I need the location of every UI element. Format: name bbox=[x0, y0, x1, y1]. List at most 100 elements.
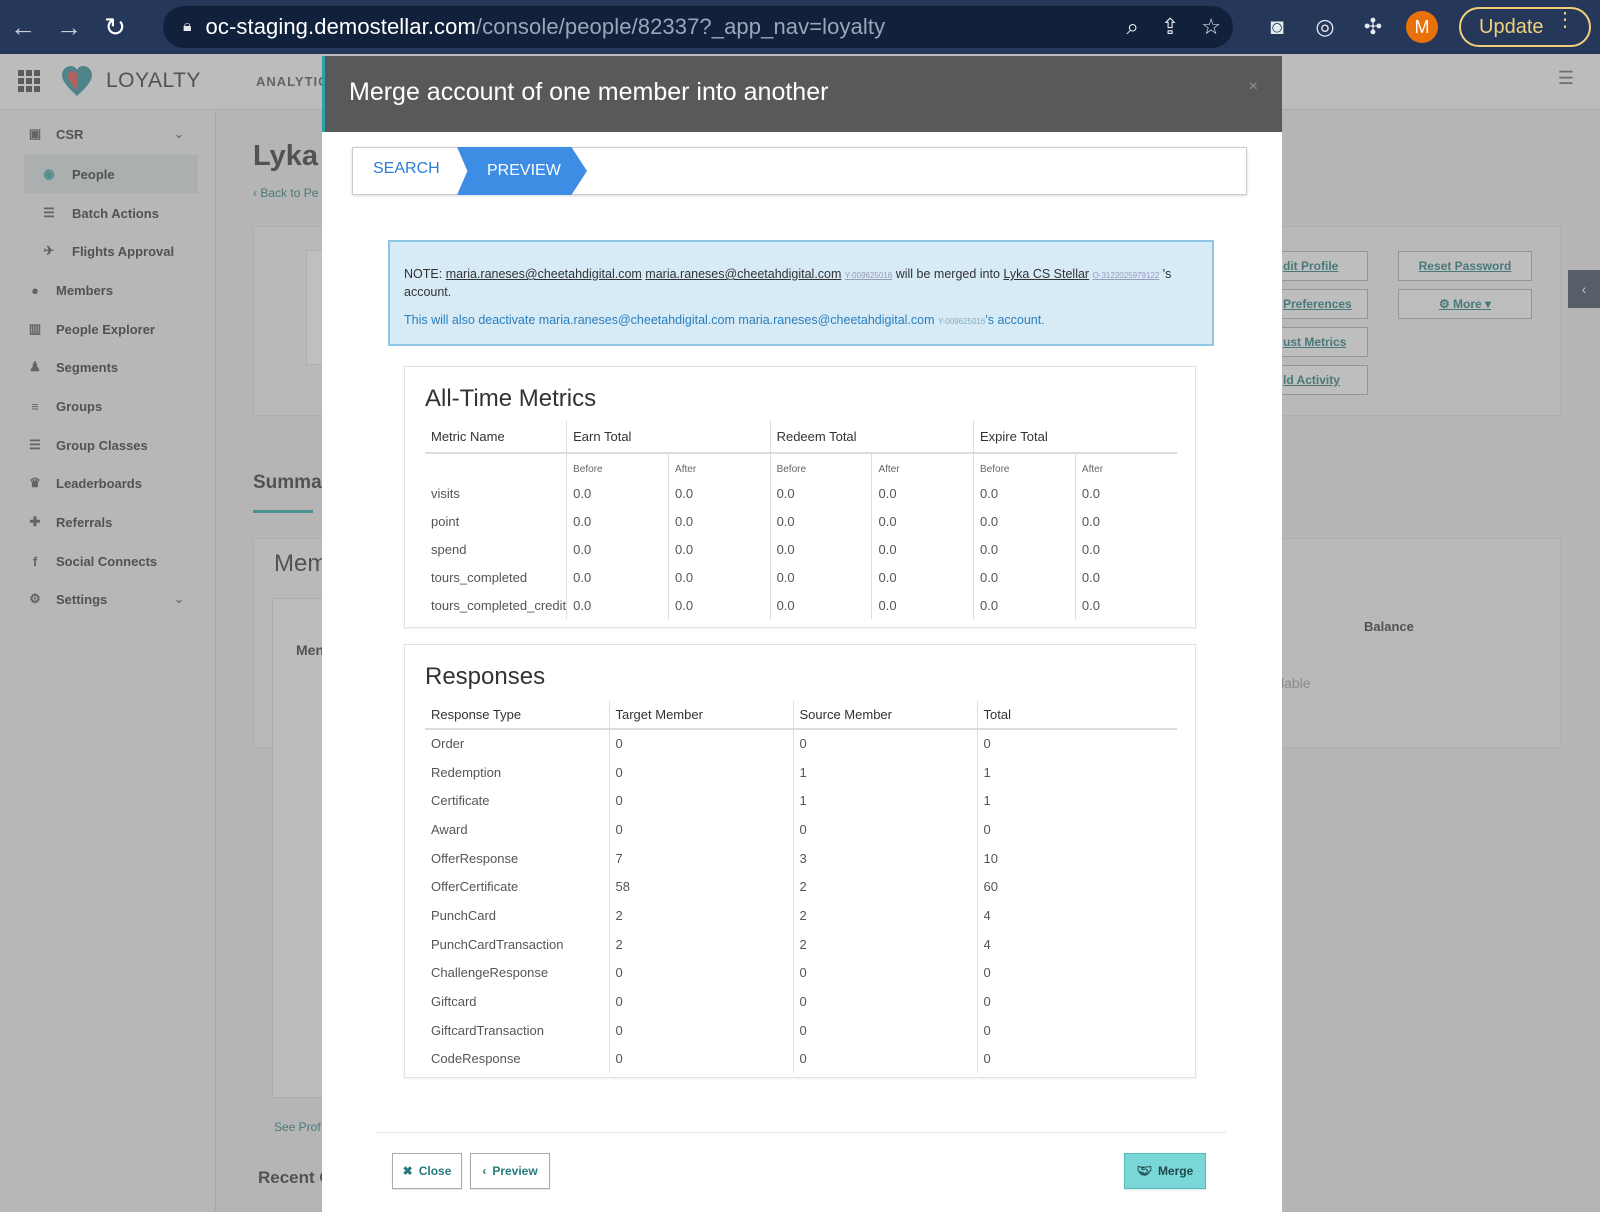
response-cell: 7 bbox=[608, 843, 793, 873]
metric-value: 0.0 bbox=[871, 479, 974, 507]
response-cell: CodeResponse bbox=[431, 1051, 521, 1067]
response-cell: 2 bbox=[608, 901, 793, 930]
note-account-text: account. bbox=[404, 285, 452, 299]
lock-icon: 🔒︎ bbox=[183, 18, 192, 35]
col-redeem-total: Redeem Total bbox=[769, 421, 974, 454]
response-cell: 60 bbox=[976, 872, 1177, 902]
col-metric-name: Metric Name bbox=[425, 421, 567, 454]
col-source-member: Source Member bbox=[792, 701, 977, 730]
merge-button[interactable]: 🤝︎ Merge bbox=[1124, 1153, 1206, 1189]
response-row: CodeResponse 0 0 0 bbox=[425, 1044, 1177, 1074]
metric-value: 0.0 bbox=[1074, 507, 1177, 535]
source-email-link[interactable]: maria.raneses@cheetahdigital.com bbox=[446, 267, 642, 281]
response-row: Certificate 0 1 1 bbox=[425, 786, 1177, 816]
response-row: PunchCardTransaction 2 2 4 bbox=[425, 929, 1177, 959]
note-suffix: 's bbox=[1162, 267, 1172, 281]
col-target-member: Target Member bbox=[608, 701, 793, 730]
url-text: oc-staging.demostellar.com/console/peopl… bbox=[205, 14, 886, 39]
metrics-row: visits 0.0 0.0 0.0 0.0 0.0 0.0 bbox=[425, 479, 1177, 507]
reload-icon[interactable]: ↻ bbox=[92, 0, 138, 54]
modal-body: SEARCH PREVIEW NOTE: maria.raneses@cheet… bbox=[352, 132, 1252, 1212]
metric-value: 0.0 bbox=[973, 591, 1076, 619]
target-member-link[interactable]: Lyka CS Stellar bbox=[1003, 267, 1089, 281]
metric-value: 0.0 bbox=[566, 535, 669, 563]
target-member-id: O-3122025979122 bbox=[1092, 271, 1160, 280]
zoom-icon[interactable]: ⌕ bbox=[1127, 14, 1139, 40]
response-cell: Certificate bbox=[431, 793, 490, 809]
handshake-icon: 🤝︎ bbox=[1136, 1164, 1152, 1178]
metric-name: spend bbox=[431, 541, 467, 557]
metric-value: 0.0 bbox=[1074, 563, 1177, 591]
back-arrow-icon[interactable]: ← bbox=[0, 0, 46, 54]
response-cell: Award bbox=[431, 821, 468, 837]
metric-value: 0.0 bbox=[668, 591, 771, 619]
address-bar[interactable]: 🔒︎ oc-staging.demostellar.com/console/pe… bbox=[163, 6, 1233, 48]
response-cell: 0 bbox=[976, 958, 1177, 988]
source-email-link-2[interactable]: maria.raneses@cheetahdigital.com bbox=[645, 267, 841, 281]
metric-value: 0.0 bbox=[973, 507, 1076, 535]
response-row: Redemption 0 1 1 bbox=[425, 757, 1177, 787]
response-cell: 1 bbox=[976, 757, 1177, 787]
deactivate-email-2: maria.raneses@cheetahdigital.com bbox=[738, 313, 935, 327]
metric-value: 0.0 bbox=[769, 563, 872, 591]
metric-value: 0.0 bbox=[1074, 591, 1177, 619]
col-expire-total: Expire Total bbox=[973, 421, 1177, 454]
response-cell: 0 bbox=[608, 786, 793, 816]
metric-value: 0.0 bbox=[566, 591, 669, 619]
response-cell: ChallengeResponse bbox=[431, 965, 549, 981]
note-middle-text: will be merged into bbox=[895, 267, 1000, 281]
camera-extension-icon[interactable]: ◙ bbox=[1262, 14, 1292, 40]
update-button[interactable]: Update ⋮ bbox=[1459, 7, 1591, 47]
star-icon[interactable]: ☆ bbox=[1201, 14, 1221, 40]
response-cell: 0 bbox=[608, 815, 793, 844]
metric-value: 0.0 bbox=[769, 591, 872, 619]
response-cell: 0 bbox=[976, 1044, 1177, 1074]
metrics-row: point 0.0 0.0 0.0 0.0 0.0 0.0 bbox=[425, 507, 1177, 535]
modal-header: Merge account of one member into another… bbox=[322, 56, 1282, 132]
response-cell: PunchCard bbox=[431, 907, 497, 923]
response-cell: 0 bbox=[608, 729, 793, 758]
metric-name: tours_completed bbox=[431, 569, 528, 585]
metric-value: 0.0 bbox=[871, 591, 974, 619]
metrics-row: tours_completed 0.0 0.0 0.0 0.0 0.0 0.0 bbox=[425, 563, 1177, 591]
response-row: ChallengeResponse 0 0 0 bbox=[425, 958, 1177, 988]
times-icon: ✖ bbox=[402, 1164, 413, 1178]
note-line: NOTE: maria.raneses@cheetahdigital.com m… bbox=[404, 266, 1198, 301]
metric-name: visits bbox=[431, 485, 460, 501]
response-row: GiftcardTransaction 0 0 0 bbox=[425, 1015, 1177, 1045]
step-search[interactable]: SEARCH bbox=[373, 160, 440, 178]
response-row: OfferCertificate 58 2 60 bbox=[425, 872, 1177, 902]
sub-after: After bbox=[1074, 453, 1177, 479]
response-cell: 0 bbox=[792, 815, 977, 844]
menu-dots-icon[interactable]: ⋮ bbox=[1555, 10, 1575, 30]
response-cell: 0 bbox=[976, 1015, 1177, 1045]
caret-left-icon: ‹ bbox=[482, 1164, 487, 1178]
all-time-metrics-card: All-Time Metrics Metric Name Earn Total … bbox=[404, 366, 1196, 628]
forward-arrow-icon[interactable]: → bbox=[46, 0, 92, 54]
close-button[interactable]: ✖ Close bbox=[392, 1153, 462, 1189]
metric-name: point bbox=[431, 513, 460, 529]
response-cell: 10 bbox=[976, 843, 1177, 873]
metric-value: 0.0 bbox=[973, 563, 1076, 591]
puzzle-extensions-icon[interactable]: ✣ bbox=[1358, 14, 1388, 40]
source-member-id: Y-009625016 bbox=[844, 271, 893, 280]
response-cell: 2 bbox=[792, 929, 977, 959]
metrics-table: Metric Name Earn Total Redeem Total Expi… bbox=[425, 421, 1177, 619]
close-icon[interactable]: × bbox=[1249, 78, 1258, 96]
response-row: Award 0 0 0 bbox=[425, 815, 1177, 844]
response-row: OfferResponse 7 3 10 bbox=[425, 843, 1177, 873]
color-extension-icon[interactable]: ◎ bbox=[1310, 14, 1340, 40]
wizard-steps: SEARCH PREVIEW bbox=[352, 147, 1247, 195]
response-cell: 0 bbox=[792, 1015, 977, 1045]
preview-button[interactable]: ‹ Preview bbox=[470, 1153, 550, 1189]
step-preview[interactable]: PREVIEW bbox=[457, 147, 587, 195]
sub-before: Before bbox=[973, 453, 1076, 479]
metric-value: 0.0 bbox=[973, 479, 1076, 507]
metric-value: 0.0 bbox=[566, 563, 669, 591]
profile-avatar[interactable]: M bbox=[1406, 11, 1438, 43]
response-cell: 0 bbox=[792, 987, 977, 1016]
share-icon[interactable]: ⇪ bbox=[1161, 14, 1179, 40]
response-row: Giftcard 0 0 0 bbox=[425, 987, 1177, 1016]
merge-note: NOTE: maria.raneses@cheetahdigital.com m… bbox=[388, 240, 1214, 346]
response-cell: 0 bbox=[792, 729, 977, 758]
